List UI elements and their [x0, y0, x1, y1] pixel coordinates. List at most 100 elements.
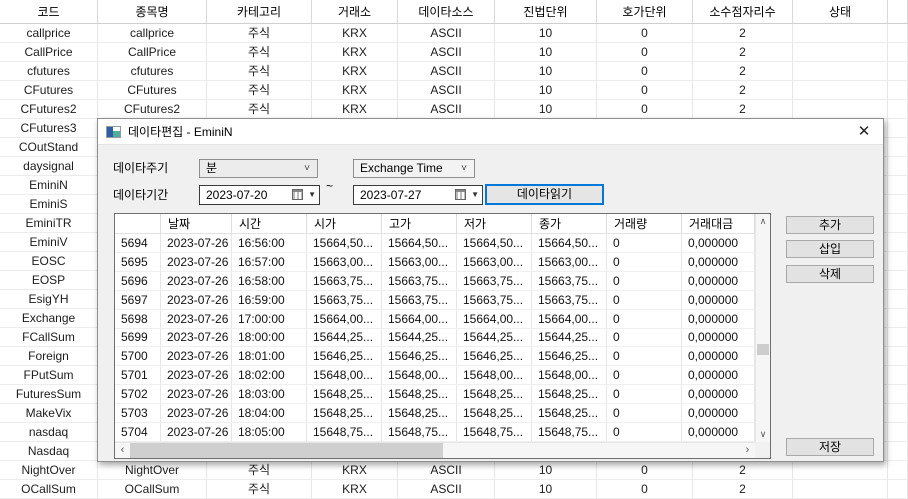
cell: ASCII — [398, 100, 495, 119]
cell: callprice — [98, 24, 207, 43]
cell: 주식 — [207, 43, 312, 62]
cell: 2023-07-26 — [161, 253, 232, 271]
cell: 15663,75... — [382, 291, 457, 309]
symbol-row-CFutures[interactable]: CFuturesCFutures주식KRXASCII1002 — [0, 81, 908, 100]
cell: 2023-07-26 — [161, 366, 232, 384]
cell: 16:56:00 — [232, 234, 307, 252]
cell: 0,000000 — [682, 234, 755, 252]
insert-button[interactable]: 삽입 — [786, 240, 874, 258]
grid-row-5696[interactable]: 56962023-07-2616:58:0015663,75...15663,7… — [115, 272, 755, 291]
dropdown-arrow-icon: ▼ — [471, 186, 479, 204]
cell: 0,000000 — [682, 253, 755, 271]
scroll-down-icon[interactable]: ∨ — [756, 427, 770, 442]
grid-row-5704[interactable]: 57042023-07-2618:05:0015648,75...15648,7… — [115, 423, 755, 442]
cell: 0,000000 — [682, 366, 755, 384]
grid-row-5699[interactable]: 56992023-07-2618:00:0015644,25...15644,2… — [115, 329, 755, 348]
cell: CallPrice — [98, 43, 207, 62]
cell: 0 — [607, 347, 682, 365]
cell — [793, 62, 888, 81]
cell — [888, 423, 908, 442]
cell: 주식 — [207, 461, 312, 480]
symbol-table-header: 코드종목명카테고리거래소데이타소스진법단위호가단위소수점자리수상태 — [0, 0, 908, 24]
cell: 18:02:00 — [232, 366, 307, 384]
cell: 10 — [495, 81, 597, 100]
cell: 15644,25... — [457, 329, 532, 347]
grid-row-5702[interactable]: 57022023-07-2618:03:0015648,25...15648,2… — [115, 385, 755, 404]
cell: 0 — [607, 423, 682, 441]
cell: Foreign — [0, 347, 98, 366]
cell: 10 — [495, 461, 597, 480]
cell — [888, 404, 908, 423]
symbol-row-NightOver[interactable]: NightOverNightOver주식KRXASCII1002 — [0, 461, 908, 480]
cell — [888, 366, 908, 385]
cell: ASCII — [398, 24, 495, 43]
scrollbar-corner — [755, 442, 770, 458]
date-from-picker[interactable]: 2023-07-20 ▼ — [199, 185, 320, 205]
cell: 0 — [607, 366, 682, 384]
horizontal-scroll-thumb[interactable] — [130, 443, 443, 458]
cell: ASCII — [398, 480, 495, 499]
cell: 0 — [597, 24, 693, 43]
cell — [793, 480, 888, 499]
scroll-right-icon[interactable]: › — [740, 443, 755, 458]
grid-row-5697[interactable]: 56972023-07-2616:59:0015663,75...15663,7… — [115, 291, 755, 310]
cell: 2 — [693, 43, 793, 62]
cell — [793, 24, 888, 43]
dialog-titlebar[interactable]: 데이타편집 - EminiN ✕ — [98, 119, 883, 145]
cell: 15663,75... — [532, 272, 607, 290]
cell: 0 — [597, 100, 693, 119]
symbol-row-callprice[interactable]: callpricecallprice주식KRXASCII1002 — [0, 24, 908, 43]
symbol-row-OCallSum[interactable]: OCallSumOCallSum주식KRXASCII1002 — [0, 480, 908, 499]
cell: 15663,75... — [307, 291, 382, 309]
grid-row-5694[interactable]: 56942023-07-2616:56:0015664,50...15664,5… — [115, 234, 755, 253]
grid-row-5701[interactable]: 57012023-07-2618:02:0015648,00...15648,0… — [115, 366, 755, 385]
horizontal-scrollbar[interactable]: ‹ › — [115, 442, 755, 458]
cell: 15664,00... — [457, 310, 532, 328]
read-data-button[interactable]: 데이타읽기 — [485, 184, 604, 205]
timezone-combobox[interactable]: Exchange Time ˅ — [353, 159, 475, 178]
range-label: 데이타기간 — [113, 186, 168, 205]
cell: EminiN — [0, 176, 98, 195]
symbol-row-cfutures[interactable]: cfuturescfutures주식KRXASCII1002 — [0, 62, 908, 81]
period-combobox[interactable]: 분 ˅ — [199, 159, 318, 178]
cell — [888, 138, 908, 157]
dialog-title: 데이타편집 - EminiN — [128, 123, 233, 140]
cell — [888, 347, 908, 366]
close-icon[interactable]: ✕ — [853, 121, 875, 143]
cell: 18:04:00 — [232, 404, 307, 422]
scroll-left-icon[interactable]: ‹ — [115, 443, 130, 458]
symbol-row-CallPrice[interactable]: CallPriceCallPrice주식KRXASCII1002 — [0, 43, 908, 62]
cell: 18:03:00 — [232, 385, 307, 403]
cell: ASCII — [398, 461, 495, 480]
chevron-down-icon: ˅ — [461, 160, 467, 177]
cell: 0,000000 — [682, 329, 755, 347]
grid-row-5695[interactable]: 56952023-07-2616:57:0015663,00...15663,0… — [115, 253, 755, 272]
app-window-icon — [106, 126, 121, 138]
column-header: 데이타소스 — [398, 0, 495, 24]
cell: ASCII — [398, 43, 495, 62]
grid-row-5700[interactable]: 57002023-07-2618:01:0015646,25...15646,2… — [115, 347, 755, 366]
date-to-picker[interactable]: 2023-07-27 ▼ — [353, 185, 483, 205]
grid-row-5698[interactable]: 56982023-07-2617:00:0015664,00...15664,0… — [115, 310, 755, 329]
cell: 2 — [693, 24, 793, 43]
symbol-row-CFutures2[interactable]: CFutures2CFutures2주식KRXASCII1002 — [0, 100, 908, 119]
add-button[interactable]: 추가 — [786, 216, 874, 234]
grid-row-5703[interactable]: 57032023-07-2618:04:0015648,25...15648,2… — [115, 404, 755, 423]
delete-button[interactable]: 삭제 — [786, 265, 874, 283]
save-button[interactable]: 저장 — [786, 438, 874, 456]
cell: MakeVix — [0, 404, 98, 423]
cell: 0,000000 — [682, 404, 755, 422]
cell: 16:58:00 — [232, 272, 307, 290]
column-header: 거래소 — [312, 0, 398, 24]
cell — [793, 100, 888, 119]
cell: CFutures2 — [0, 100, 98, 119]
cell: 15648,75... — [457, 423, 532, 441]
vertical-scrollbar[interactable]: ∧ ∨ — [755, 214, 770, 442]
cell: 15663,00... — [307, 253, 382, 271]
cell: 16:59:00 — [232, 291, 307, 309]
cell — [888, 442, 908, 461]
scroll-up-icon[interactable]: ∧ — [756, 214, 770, 229]
vertical-scroll-thumb[interactable] — [757, 344, 769, 355]
cell: callprice — [0, 24, 98, 43]
cell: 15663,75... — [457, 291, 532, 309]
